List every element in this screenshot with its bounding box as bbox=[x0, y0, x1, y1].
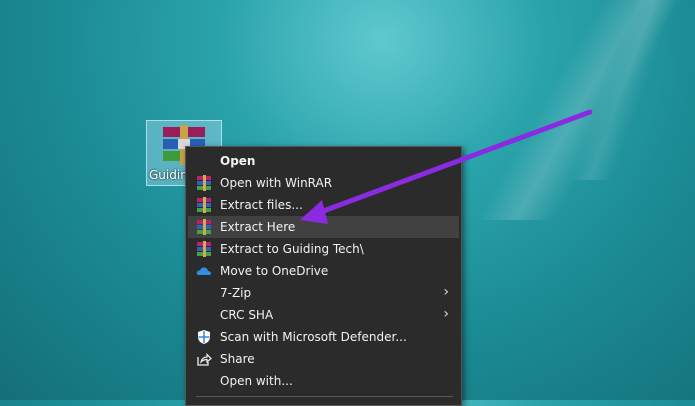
annotation-arrow bbox=[300, 109, 593, 224]
